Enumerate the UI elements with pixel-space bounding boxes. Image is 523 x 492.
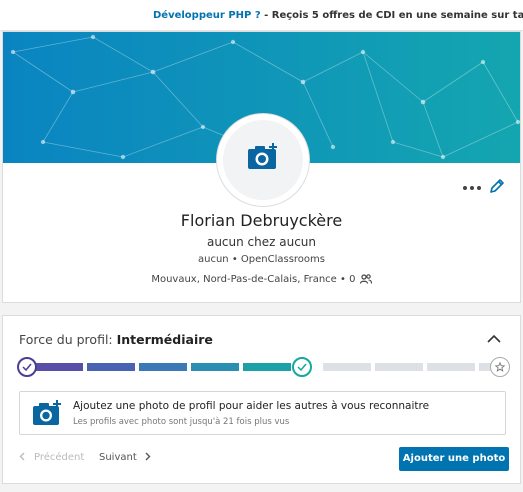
chevron-up-icon[interactable] <box>487 334 501 343</box>
promo-banner[interactable]: Développeur PHP ? - Reçois 5 offres de C… <box>0 0 523 31</box>
camera-add-icon <box>33 400 61 425</box>
meter-segment <box>323 363 371 371</box>
connections-icon[interactable] <box>359 274 372 284</box>
profile-headline: aucun chez aucun <box>206 235 317 249</box>
location-text: Mouvaux, Nord-Pas-de-Calais, France • 0 <box>151 274 356 285</box>
more-icon[interactable] <box>463 180 483 194</box>
camera-add-icon <box>248 143 277 169</box>
previous-label: Précédent <box>34 452 85 463</box>
pencil-icon[interactable] <box>489 178 505 194</box>
check-icon <box>22 363 32 372</box>
suggestion-title: Ajoutez une photo de profil pour aider l… <box>73 400 430 412</box>
check-icon <box>297 363 307 372</box>
strength-label: Force du profil: <box>19 332 117 347</box>
suggestion-box: Ajoutez une photo de profil pour aider l… <box>19 391 506 435</box>
chevron-left-icon <box>19 452 25 461</box>
chevron-right-icon <box>145 452 151 461</box>
previous-button[interactable]: Précédent <box>19 452 84 463</box>
meter-segment <box>243 363 291 371</box>
star-icon <box>494 361 505 372</box>
profile-name: Florian Debruyckère <box>180 211 343 230</box>
strength-meter <box>17 357 510 377</box>
suggestion-subtitle: Les profils avec photo sont jusqu'à 21 f… <box>73 417 290 427</box>
add-photo-button[interactable]: Ajouter une photo <box>399 447 509 471</box>
strength-level: Intermédiaire <box>116 332 213 347</box>
meter-current-node <box>292 357 312 377</box>
meter-segment <box>427 363 475 371</box>
promo-link[interactable]: Développeur PHP ? <box>153 10 261 21</box>
profile-location: Mouvaux, Nord-Pas-de-Calais, France • 0 <box>3 274 520 285</box>
meter-segment <box>139 363 187 371</box>
profile-education: aucun • OpenClassrooms <box>198 254 325 265</box>
meter-segment <box>375 363 423 371</box>
strength-title: Force du profil: Intermédiaire <box>19 332 213 347</box>
next-label: Suivant <box>99 452 137 463</box>
promo-text: - Reçois 5 offres de CDI en une semaine … <box>264 10 523 21</box>
meter-end-node <box>490 357 510 377</box>
profile-card: Florian Debruyckère aucun chez aucun auc… <box>2 31 521 303</box>
meter-start-node <box>17 357 37 377</box>
meter-segment <box>87 363 135 371</box>
profile-strength-card: Force du profil: Intermédiaire Ajoutez u… <box>2 315 521 484</box>
meter-segment <box>191 363 239 371</box>
meter-segment <box>35 363 83 371</box>
next-button[interactable]: Suivant <box>99 452 151 463</box>
profile-photo[interactable] <box>217 114 309 206</box>
